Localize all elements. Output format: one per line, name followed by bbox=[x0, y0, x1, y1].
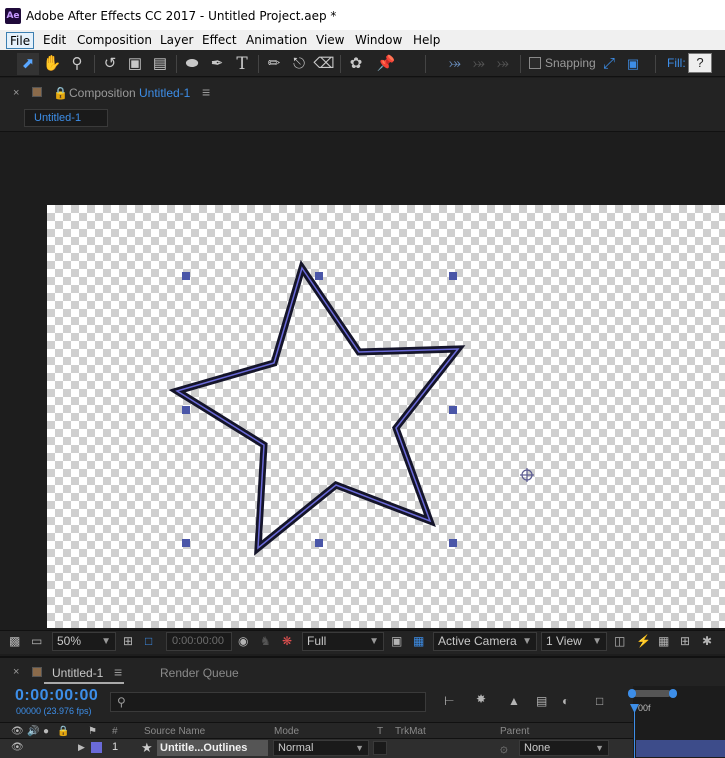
transform-handle[interactable] bbox=[449, 539, 457, 547]
navigator-end-handle[interactable] bbox=[669, 689, 677, 698]
comp-icon bbox=[32, 667, 42, 677]
ruler-label: 00f bbox=[638, 703, 651, 713]
column-mode[interactable]: Mode bbox=[274, 726, 299, 737]
video-toggle-icon[interactable]: 👁 bbox=[11, 726, 24, 737]
pick-whip-icon[interactable]: ۞ bbox=[500, 740, 508, 756]
chevron-down-icon: ▼ bbox=[595, 743, 604, 753]
display-icon[interactable]: ▭ bbox=[31, 634, 42, 648]
column-trkmat[interactable]: TrkMat bbox=[395, 726, 426, 737]
reset-exposure-icon[interactable]: ✱ bbox=[702, 634, 712, 648]
lock-column-icon[interactable]: 🔒 bbox=[57, 726, 69, 737]
view-layout-dropdown[interactable]: 1 View ▼ bbox=[541, 632, 607, 651]
flowchart-icon[interactable]: ⊞ bbox=[680, 634, 690, 648]
active-tab-indicator bbox=[44, 682, 124, 684]
work-area-navigator[interactable] bbox=[633, 690, 671, 697]
label-column-icon[interactable]: ⚑ bbox=[88, 726, 97, 737]
chevron-down-icon: ▼ bbox=[522, 636, 532, 647]
magnification-value: 50% bbox=[57, 634, 82, 648]
snapshot-camera-icon[interactable]: ◉ bbox=[238, 634, 248, 648]
graph-editor-icon[interactable]: □ bbox=[596, 694, 603, 708]
timeline-icon[interactable]: ▦ bbox=[658, 634, 669, 648]
current-time-readout[interactable]: 0:00:00:00 bbox=[15, 687, 98, 705]
view-layout-value: 1 View bbox=[546, 634, 582, 648]
comp-mini-flowchart-icon[interactable]: ⊢ bbox=[444, 694, 454, 708]
shy-layers-icon[interactable]: ▲ bbox=[508, 694, 520, 708]
show-snapshot-icon[interactable]: ♞ bbox=[260, 634, 271, 648]
transparency-grid-icon[interactable]: ▦ bbox=[413, 634, 424, 648]
blend-mode-value: Normal bbox=[278, 742, 314, 754]
solo-toggle-icon[interactable]: ● bbox=[43, 726, 49, 737]
chevron-down-icon: ▼ bbox=[592, 636, 602, 647]
always-preview-icon[interactable]: ▩ bbox=[9, 634, 20, 648]
transform-handle[interactable] bbox=[182, 406, 190, 414]
resolution-value: Full bbox=[307, 634, 327, 648]
playhead-line bbox=[634, 712, 635, 758]
frame-info: 00000 (23.976 fps) bbox=[16, 706, 92, 716]
transform-handle[interactable] bbox=[182, 272, 190, 280]
chevron-down-icon: ▼ bbox=[101, 636, 111, 647]
transform-handle[interactable] bbox=[315, 539, 323, 547]
layer-name[interactable]: Untitle...Outlines bbox=[157, 740, 268, 756]
frame-blending-icon[interactable]: ▤ bbox=[536, 694, 547, 708]
transform-handle[interactable] bbox=[315, 272, 323, 280]
navigator-start-handle[interactable] bbox=[628, 689, 636, 698]
magnification-dropdown[interactable]: 50% ▼ bbox=[52, 632, 116, 651]
chevron-down-icon: ▼ bbox=[355, 743, 364, 753]
transform-handle[interactable] bbox=[449, 272, 457, 280]
search-icon: ⚲ bbox=[117, 695, 126, 709]
expand-layer-icon[interactable]: ▶ bbox=[78, 742, 85, 753]
mask-visibility-icon[interactable]: □ bbox=[145, 634, 152, 648]
motion-blur-icon[interactable]: ◐ bbox=[562, 694, 569, 708]
transform-handle[interactable] bbox=[449, 406, 457, 414]
layer-search-input[interactable]: ⚲ bbox=[110, 692, 426, 712]
audio-toggle-icon[interactable]: 🔊 bbox=[27, 726, 39, 737]
region-of-interest-icon[interactable]: ▣ bbox=[391, 634, 402, 648]
parent-value: None bbox=[524, 742, 551, 754]
column-parent[interactable]: Parent bbox=[500, 726, 529, 737]
current-time-display[interactable]: 0:00:00:00 bbox=[166, 632, 232, 651]
channel-rgb-icon[interactable]: ❋ bbox=[282, 634, 292, 648]
layer-index: 1 bbox=[112, 741, 119, 753]
layer-duration-bar[interactable] bbox=[636, 740, 725, 757]
toggle-pixel-aspect-icon[interactable]: ◫ bbox=[614, 634, 625, 648]
layer-label-swatch[interactable] bbox=[91, 742, 102, 753]
render-queue-tab[interactable]: Render Queue bbox=[160, 666, 239, 680]
column-source-name[interactable]: Source Name bbox=[144, 726, 205, 737]
camera-dropdown[interactable]: Active Camera ▼ bbox=[433, 632, 537, 651]
chevron-down-icon: ▼ bbox=[369, 636, 379, 647]
parent-dropdown[interactable]: None ▼ bbox=[519, 740, 609, 756]
column-number[interactable]: # bbox=[112, 726, 118, 737]
column-t[interactable]: T bbox=[377, 726, 383, 737]
anchor-point-icon[interactable] bbox=[520, 468, 534, 482]
fast-previews-icon[interactable]: ⚡ bbox=[636, 634, 651, 648]
preserve-transparency-checkbox[interactable] bbox=[373, 741, 387, 755]
blend-mode-dropdown[interactable]: Normal ▼ bbox=[273, 740, 369, 756]
layer-visibility-icon[interactable]: 👁 bbox=[11, 742, 24, 753]
timeline-tab[interactable]: Untitled-1 bbox=[52, 666, 103, 680]
star-outline bbox=[168, 259, 466, 556]
camera-value: Active Camera bbox=[438, 634, 517, 648]
panel-menu-icon[interactable]: ≡ bbox=[114, 664, 122, 680]
transform-handle[interactable] bbox=[182, 539, 190, 547]
draft-3d-icon[interactable]: ✸ bbox=[476, 692, 486, 706]
resolution-dropdown[interactable]: Full ▼ bbox=[302, 632, 384, 651]
close-timeline-icon[interactable]: × bbox=[13, 666, 19, 678]
grid-guides-icon[interactable]: ⊞ bbox=[123, 634, 133, 648]
timeline-panel-header: × Untitled-1 ≡ Render Queue bbox=[0, 656, 725, 686]
shape-layer-star-icon: ★ bbox=[141, 740, 153, 755]
